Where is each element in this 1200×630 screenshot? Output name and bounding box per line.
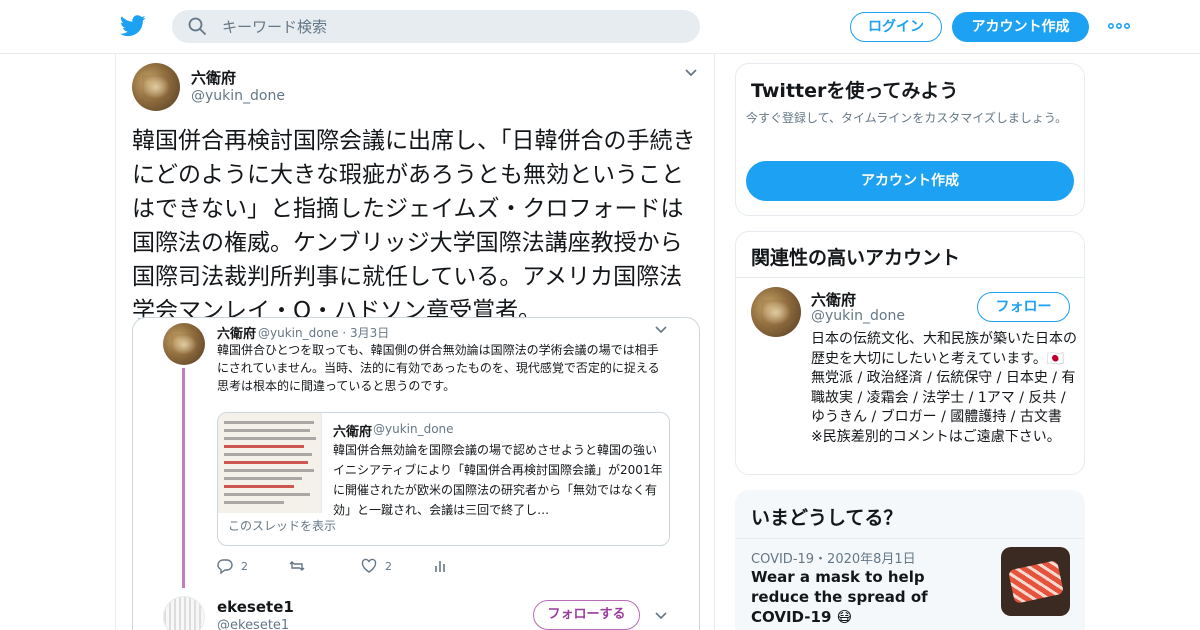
nested-tweet-text: 韓国併合無効論を国際会議の場で認めさせようと韓国の強いイニシアティブにより「韓国… [333, 443, 663, 517]
reply-icon [217, 559, 233, 574]
follow-button[interactable]: フォローする [533, 600, 640, 630]
card-title: いまどうしてる？ [751, 507, 903, 529]
author-handle[interactable]: @yukin_done [191, 88, 285, 104]
reply-action[interactable]: 2 [217, 558, 248, 574]
heart-icon [361, 558, 377, 573]
card-title: 関連性の高いアカウント [751, 247, 961, 269]
twitter-bird-icon[interactable] [120, 14, 146, 38]
quoted-tweet-card[interactable]: 六衛府 @yukin_done · 3月3日 韓国併合ひとつを取っても、韓国側の… [132, 317, 700, 630]
top-bar: ログイン アカウント作成 [0, 0, 1200, 54]
signup-button[interactable]: アカウント作成 [746, 161, 1074, 201]
tweet-actions: 2 2 [217, 558, 517, 578]
reply-author-name[interactable]: ekesete1 [217, 598, 294, 616]
quoted-tweet-text: 韓国併合ひとつを取っても、韓国側の併合無効論は国際法の学術会議の場では相手にされ… [217, 343, 660, 393]
search-box[interactable] [172, 10, 700, 43]
retweet-action[interactable] [289, 558, 313, 574]
quoted-author-handle[interactable]: @yukin_done · 3月3日 [258, 324, 389, 341]
chevron-down-icon[interactable] [655, 326, 667, 334]
card-subtitle: 今すぐ登録して、タイムラインをカスタマイズしましょう。 [746, 111, 1068, 125]
signup-prompt-card: Twitterを使ってみよう 今すぐ登録して、タイムラインをカスタマイズしましょ… [735, 63, 1085, 216]
signup-button[interactable]: アカウント作成 [952, 12, 1089, 42]
login-button[interactable]: ログイン [850, 12, 942, 42]
related-account-handle[interactable]: @yukin_done [811, 308, 905, 324]
chevron-down-icon[interactable] [684, 68, 698, 78]
nested-author-handle[interactable]: @yukin_done [373, 422, 454, 436]
thread-line [182, 368, 185, 588]
related-account-name[interactable]: 六衛府 [811, 289, 856, 310]
like-action[interactable]: 2 [361, 558, 392, 574]
follow-button[interactable]: フォロー [977, 292, 1070, 322]
reply-author-handle[interactable]: @ekesete1 [217, 618, 289, 630]
analytics-action[interactable] [433, 558, 457, 574]
chevron-down-icon[interactable] [655, 612, 667, 620]
whats-happening-card: いまどうしてる？ COVID-19・2020年8月1日 Wear a mask … [735, 490, 1085, 630]
author-name[interactable]: 六衛府 [191, 67, 236, 88]
analytics-icon [435, 561, 445, 572]
divider [736, 277, 1084, 278]
divider [736, 538, 1084, 539]
search-icon [188, 17, 206, 35]
trend-headline[interactable]: Wear a mask to help reduce the spread of… [751, 567, 986, 627]
related-accounts-card: 関連性の高いアカウント 六衛府 @yukin_done フォロー 日本の伝統文化… [735, 231, 1085, 475]
author-avatar[interactable] [132, 63, 180, 111]
related-account-avatar[interactable] [751, 287, 801, 337]
like-count: 2 [385, 559, 392, 573]
tweet-column: 六衛府 @yukin_done 韓国併合再検討国際会議に出席し、「日韓併合の手続… [115, 54, 715, 630]
reply-count: 2 [241, 559, 248, 573]
trend-thumbnail[interactable] [1001, 547, 1070, 616]
nested-quote-card[interactable]: 六衛府 @yukin_done 韓国併合無効論を国際会議の場で認めさせようと韓国… [217, 412, 670, 546]
document-scan-image [218, 413, 322, 513]
quoted-author-avatar[interactable] [163, 323, 205, 365]
more-options-icon[interactable] [1107, 18, 1131, 34]
reply-author-avatar[interactable] [163, 596, 205, 630]
tweet-text: 韓国併合再検討国際会議に出席し、「日韓併合の手続きにどのように大きな瑕疵があろう… [132, 128, 696, 324]
related-account-bio: 日本の伝統文化、大和民族が築いた日本の歴史を大切にしたいと考えています。🇯🇵 無… [811, 331, 1077, 445]
quoted-author-name[interactable]: 六衛府 [217, 323, 256, 342]
nested-author-name[interactable]: 六衛府 [333, 421, 372, 440]
trend-meta: COVID-19・2020年8月1日 [751, 552, 916, 567]
card-title: Twitterを使ってみよう [751, 80, 959, 102]
retweet-icon [289, 561, 305, 571]
show-thread-link[interactable]: このスレッドを表示 [228, 517, 336, 534]
search-input[interactable] [222, 10, 682, 43]
